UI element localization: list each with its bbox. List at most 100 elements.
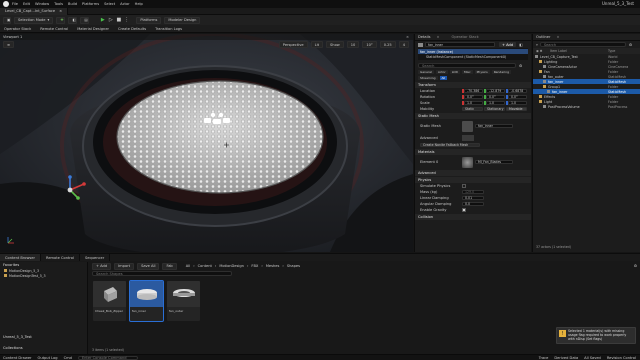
simulate-physics-checkbox[interactable] (462, 184, 466, 188)
rotation-y-field[interactable]: 0.0° (486, 94, 505, 100)
asset-tile-selected[interactable]: fan_inner (129, 280, 164, 322)
menu-edit[interactable]: Edit (23, 2, 30, 6)
filter-general[interactable]: General (418, 70, 434, 74)
save-button[interactable]: ▣ (3, 16, 11, 24)
settings-icon[interactable]: ⚙ (634, 264, 637, 268)
step-button[interactable]: ▷ (107, 17, 114, 24)
location-x-field[interactable]: -70.386 (464, 88, 483, 94)
material-designer-button[interactable]: Material Designer (77, 27, 109, 31)
breadcrumb-item[interactable]: MotionDesign (219, 264, 244, 268)
tab-level[interactable]: Level_CB_Capt...Int_Surface × (0, 7, 69, 15)
add-component-button[interactable]: + Add (499, 42, 517, 47)
perspective-button[interactable]: Perspective (278, 41, 308, 48)
breadcrumb-item[interactable]: Shapes (287, 264, 300, 268)
asset-search-input[interactable]: Search Shapes (92, 271, 232, 276)
fab-button[interactable]: Fab (162, 262, 177, 270)
column-item-label[interactable]: Item Label (550, 49, 608, 53)
derived-data-button[interactable]: Derived Data (554, 356, 578, 360)
rotation-x-field[interactable]: 0.0° (464, 94, 483, 100)
location-z-field[interactable]: -0.6878 (508, 88, 527, 94)
details-search-input[interactable]: Search (418, 63, 516, 68)
camera-speed-button[interactable]: 4 (398, 41, 409, 48)
create-defaults-button[interactable]: Create Defaults (118, 27, 146, 31)
menu-actor[interactable]: Actor (120, 2, 129, 6)
nanite-fallback-button[interactable]: Create Nanite Fallback Mesh (420, 142, 480, 148)
outliner-row[interactable]: fan_outer StaticMesh (533, 74, 640, 79)
save-all-button[interactable]: Save All (137, 262, 160, 270)
modeler-design-button[interactable]: Modeler Design (164, 16, 201, 24)
cinematics-button[interactable]: ▤ (80, 16, 90, 24)
transition-logs-button[interactable]: Transition Logs (155, 27, 182, 31)
blueprint-button[interactable]: ◧ (68, 16, 78, 24)
viewport-render[interactable] (0, 34, 413, 252)
menu-file[interactable]: File (12, 2, 18, 6)
viewport-menu-button[interactable]: ≡ (3, 41, 15, 48)
filter-all[interactable]: All (439, 76, 448, 80)
outliner-row[interactable]: fan_inner StaticMesh (533, 79, 640, 84)
breadcrumb-item[interactable]: Content (198, 264, 212, 268)
static-mesh-dropdown[interactable]: fan_inner (475, 123, 513, 129)
selection-mode-button[interactable]: Selection Mode ▾ (14, 16, 54, 24)
play-button[interactable]: ▶ (99, 17, 106, 24)
mesh-thumbnail[interactable] (462, 120, 473, 132)
linear-damping-field[interactable]: 0.01 (462, 195, 484, 201)
all-saved-button[interactable]: All Saved (584, 356, 601, 360)
material-thumbnail[interactable] (462, 156, 473, 168)
operator-stack-button[interactable]: Operator Stack (4, 27, 31, 31)
console-command-input[interactable]: Enter Console Command (77, 355, 138, 360)
lit-button[interactable]: Lit (310, 41, 324, 48)
material-dropdown[interactable]: MI_Fan_Blades (475, 159, 513, 165)
mass-field[interactable]: 129.0 (462, 189, 484, 195)
close-icon[interactable]: × (59, 9, 62, 13)
close-icon[interactable]: × (556, 35, 559, 39)
outliner-search-input[interactable]: Search (539, 42, 626, 47)
rotation-snap-button[interactable]: 10° (362, 41, 377, 48)
collections-header[interactable]: Collections (3, 345, 23, 351)
menu-help[interactable]: Help (135, 2, 143, 6)
breadcrumb-item[interactable]: FBX (251, 264, 258, 268)
tab-details[interactable]: Details (418, 35, 430, 39)
project-root[interactable]: Unreal_5_3_Test (3, 334, 32, 340)
settings-icon[interactable]: ⚙ (629, 43, 632, 47)
favorite-item[interactable]: MotionDesignTest_5_3 (0, 273, 87, 278)
scale-z-field[interactable]: 1.0 (508, 100, 527, 106)
platforms-button[interactable]: Platforms (136, 16, 162, 24)
mobility-movable[interactable]: Movable (506, 106, 527, 112)
breadcrumb-item[interactable]: All (186, 264, 190, 268)
asset-tile[interactable]: Cheek_Bob_Zipper (93, 281, 126, 321)
angular-damping-field[interactable]: 0.0 (462, 201, 484, 207)
collision-section[interactable]: Collision (415, 214, 531, 220)
content-drawer-button[interactable]: Content Drawer (3, 356, 32, 360)
filter-streaming[interactable]: Streaming (418, 76, 438, 80)
output-log-button[interactable]: Output Log (38, 356, 58, 360)
tab-outliner[interactable]: Outliner (536, 35, 550, 39)
scale-y-field[interactable]: 1.0 (486, 100, 505, 106)
enable-gravity-checkbox[interactable] (462, 208, 466, 212)
tab-content-browser[interactable]: Content Browser (0, 254, 41, 261)
blueprint-icon[interactable]: ◧ (519, 43, 522, 47)
mobility-stationary[interactable]: Stationary (484, 106, 505, 112)
unreal-logo-icon[interactable] (3, 1, 9, 7)
add-actor-button[interactable]: ✚ (56, 16, 66, 24)
filter-actor[interactable]: Actor (435, 70, 448, 74)
add-button[interactable]: + Add (92, 262, 112, 270)
import-button[interactable]: Import (114, 262, 135, 270)
menu-window[interactable]: Window (35, 2, 49, 6)
filter-lod[interactable]: LOD (449, 70, 460, 74)
viewport-tab[interactable]: Viewport 1 (3, 35, 22, 39)
trace-button[interactable]: Trace (539, 356, 549, 360)
filter-rendering[interactable]: Rendering (491, 70, 512, 74)
menu-platforms[interactable]: Platforms (82, 2, 99, 6)
filter-misc[interactable]: Misc (461, 70, 473, 74)
settings-icon[interactable]: ⚙ (519, 64, 522, 68)
scale-snap-button[interactable]: 0.25 (379, 41, 396, 48)
tab-sequencer[interactable]: Sequencer (80, 254, 111, 261)
close-icon[interactable]: × (406, 35, 409, 39)
tab-operator-stack[interactable]: Operator Stack (451, 35, 478, 39)
breadcrumb-item[interactable]: Meshes (266, 264, 280, 268)
filter-icon[interactable]: ▿ (536, 43, 538, 47)
close-icon[interactable]: × (436, 35, 439, 39)
mobility-static[interactable]: Static (462, 106, 483, 112)
grid-snap-button[interactable]: 10 (346, 41, 360, 48)
outliner-row[interactable]: CineCameraActor CineCamera (533, 64, 640, 69)
